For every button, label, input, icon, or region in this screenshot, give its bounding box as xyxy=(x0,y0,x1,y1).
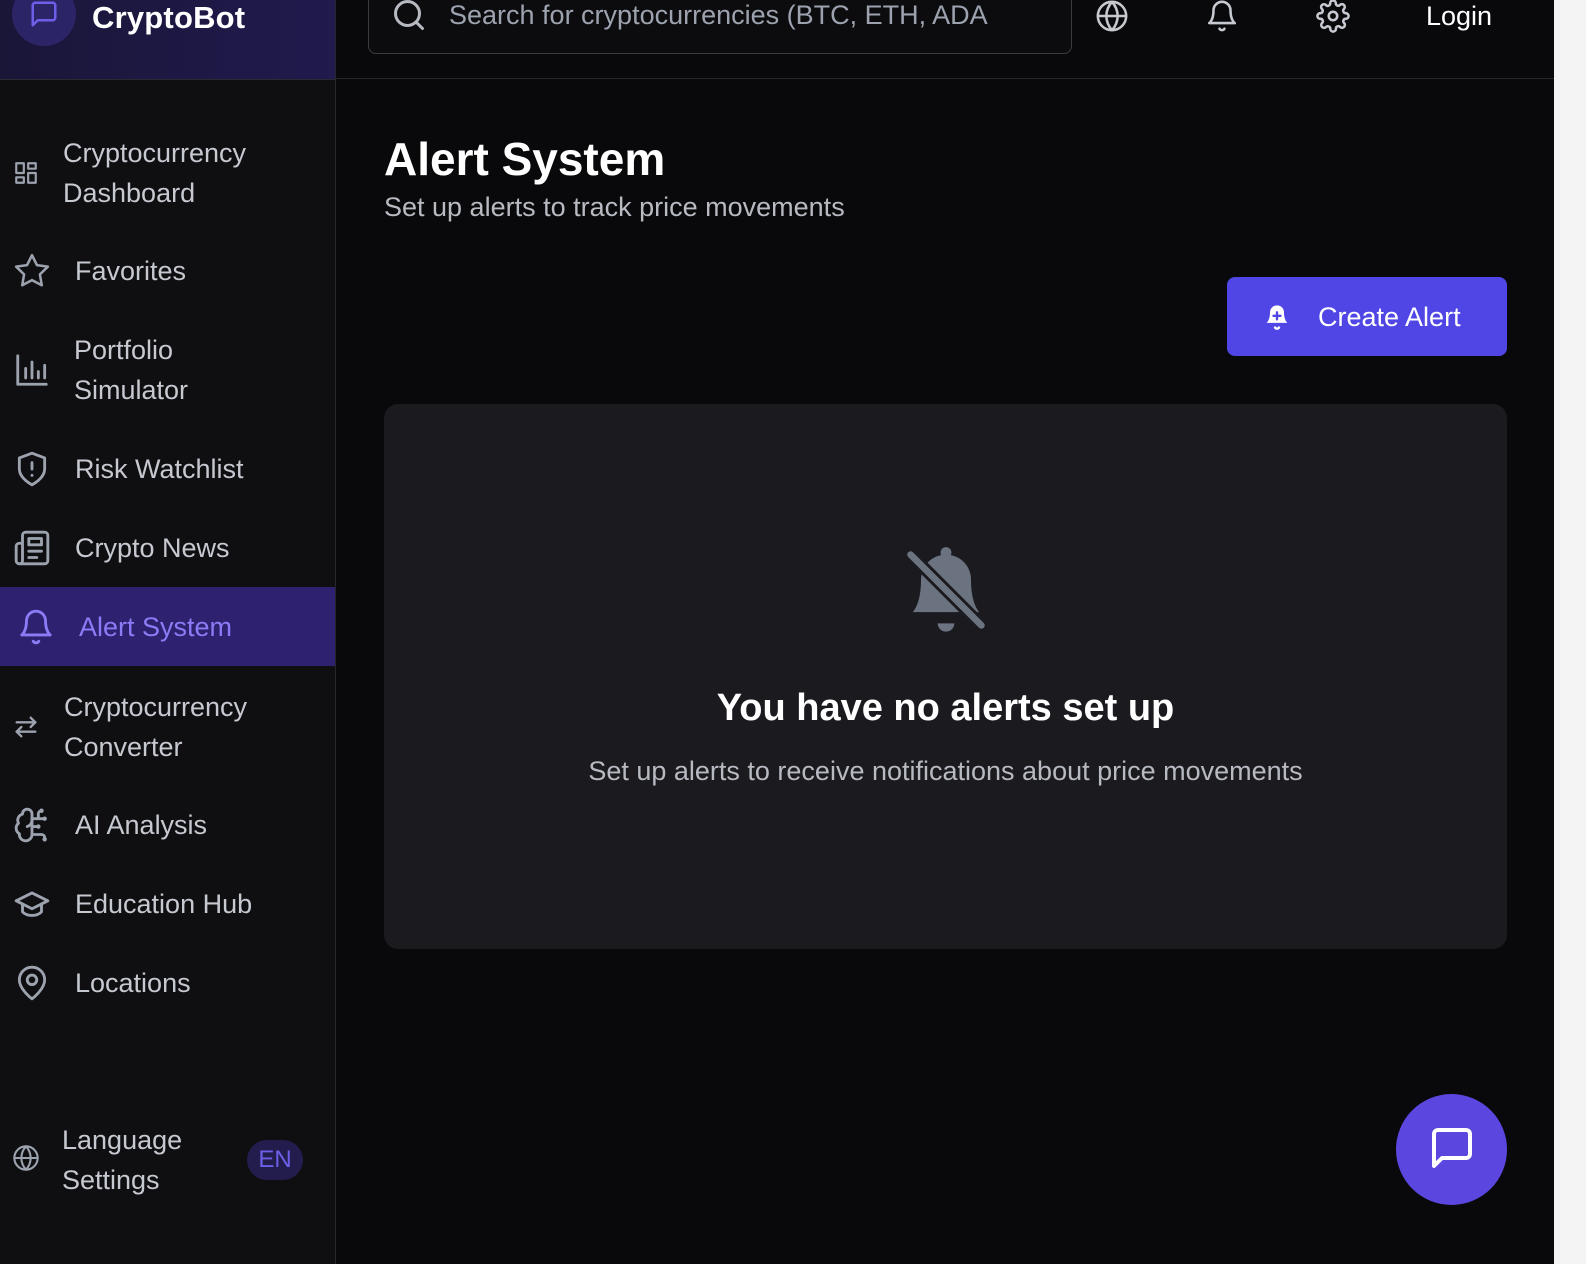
newspaper-icon xyxy=(12,528,52,568)
language-badge: EN xyxy=(247,1140,303,1180)
sidebar-item-label: Portfolio Simulator xyxy=(74,335,189,405)
scrollbar[interactable] xyxy=(1554,0,1586,1264)
sidebar-item-label: AI Analysis xyxy=(75,810,208,840)
page-subtitle: Set up alerts to track price movements xyxy=(384,192,845,222)
create-alert-label: Create Alert xyxy=(1318,302,1461,332)
search-box[interactable] xyxy=(368,0,1072,54)
graduation-cap-icon xyxy=(12,884,52,924)
sidebar-item-label: Favorites xyxy=(75,256,187,286)
sidebar-item-favorites[interactable]: Favorites xyxy=(0,251,335,291)
sidebar-item-ai-analysis[interactable]: AI Analysis xyxy=(0,805,335,845)
sidebar-item-label: Risk Watchlist xyxy=(75,454,244,484)
sidebar: CryptoBot Cryptocurrency Dashboard Favor… xyxy=(0,0,336,1264)
sidebar-item-portfolio[interactable]: Portfolio Simulator xyxy=(0,330,335,410)
search-icon xyxy=(391,0,427,33)
empty-state-subtitle: Set up alerts to receive notifications a… xyxy=(588,756,1303,786)
sidebar-item-converter[interactable]: Cryptocurrency Converter xyxy=(0,687,335,767)
message-square-icon xyxy=(1428,1124,1476,1175)
globe-icon xyxy=(8,1140,44,1176)
empty-state-title: You have no alerts set up xyxy=(716,687,1175,729)
bell-off-icon xyxy=(896,540,996,640)
brand-header[interactable]: CryptoBot xyxy=(0,0,335,80)
sidebar-item-label: Education Hub xyxy=(75,889,253,919)
topbar: Login xyxy=(336,0,1554,79)
sidebar-item-alert-system[interactable]: Alert System xyxy=(0,587,335,666)
shield-alert-icon xyxy=(12,449,52,489)
gear-icon[interactable] xyxy=(1313,0,1353,36)
star-icon xyxy=(12,251,52,291)
sidebar-item-crypto-news[interactable]: Crypto News xyxy=(0,528,335,568)
sidebar-item-dashboard[interactable]: Cryptocurrency Dashboard xyxy=(0,133,335,213)
sidebar-item-label: Crypto News xyxy=(75,533,230,563)
map-pin-icon xyxy=(12,963,52,1003)
sidebar-item-label: Cryptocurrency Dashboard xyxy=(63,138,247,208)
brain-circuit-icon xyxy=(12,805,52,845)
search-input[interactable] xyxy=(449,0,1049,33)
sidebar-item-education-hub[interactable]: Education Hub xyxy=(0,884,335,924)
layout-grid-icon xyxy=(6,153,46,193)
sidebar-item-label: Cryptocurrency Converter xyxy=(64,692,248,762)
language-settings-label: Language Settings xyxy=(62,1125,183,1195)
app-root: CryptoBot Cryptocurrency Dashboard Favor… xyxy=(0,0,1586,1264)
brand-name: CryptoBot xyxy=(92,0,246,35)
globe-icon[interactable] xyxy=(1092,0,1132,36)
page-title: Alert System xyxy=(384,133,666,185)
message-square-icon xyxy=(12,0,76,46)
empty-state-card: You have no alerts set up Set up alerts … xyxy=(384,404,1507,949)
sidebar-item-locations[interactable]: Locations xyxy=(0,963,335,1003)
login-button[interactable]: Login xyxy=(1426,0,1492,36)
bell-icon xyxy=(16,607,56,647)
bar-chart-icon xyxy=(12,350,52,390)
arrows-left-right-icon xyxy=(6,707,46,747)
sidebar-item-risk-watchlist[interactable]: Risk Watchlist xyxy=(0,449,335,489)
bell-plus-icon xyxy=(1257,297,1297,337)
language-settings[interactable]: Language Settings EN xyxy=(0,1120,335,1200)
bell-icon[interactable] xyxy=(1202,0,1242,36)
sidebar-item-label: Locations xyxy=(75,968,191,998)
chat-button[interactable] xyxy=(1396,1094,1507,1205)
sidebar-item-label: Alert System xyxy=(79,611,233,642)
create-alert-button[interactable]: Create Alert xyxy=(1227,277,1507,356)
